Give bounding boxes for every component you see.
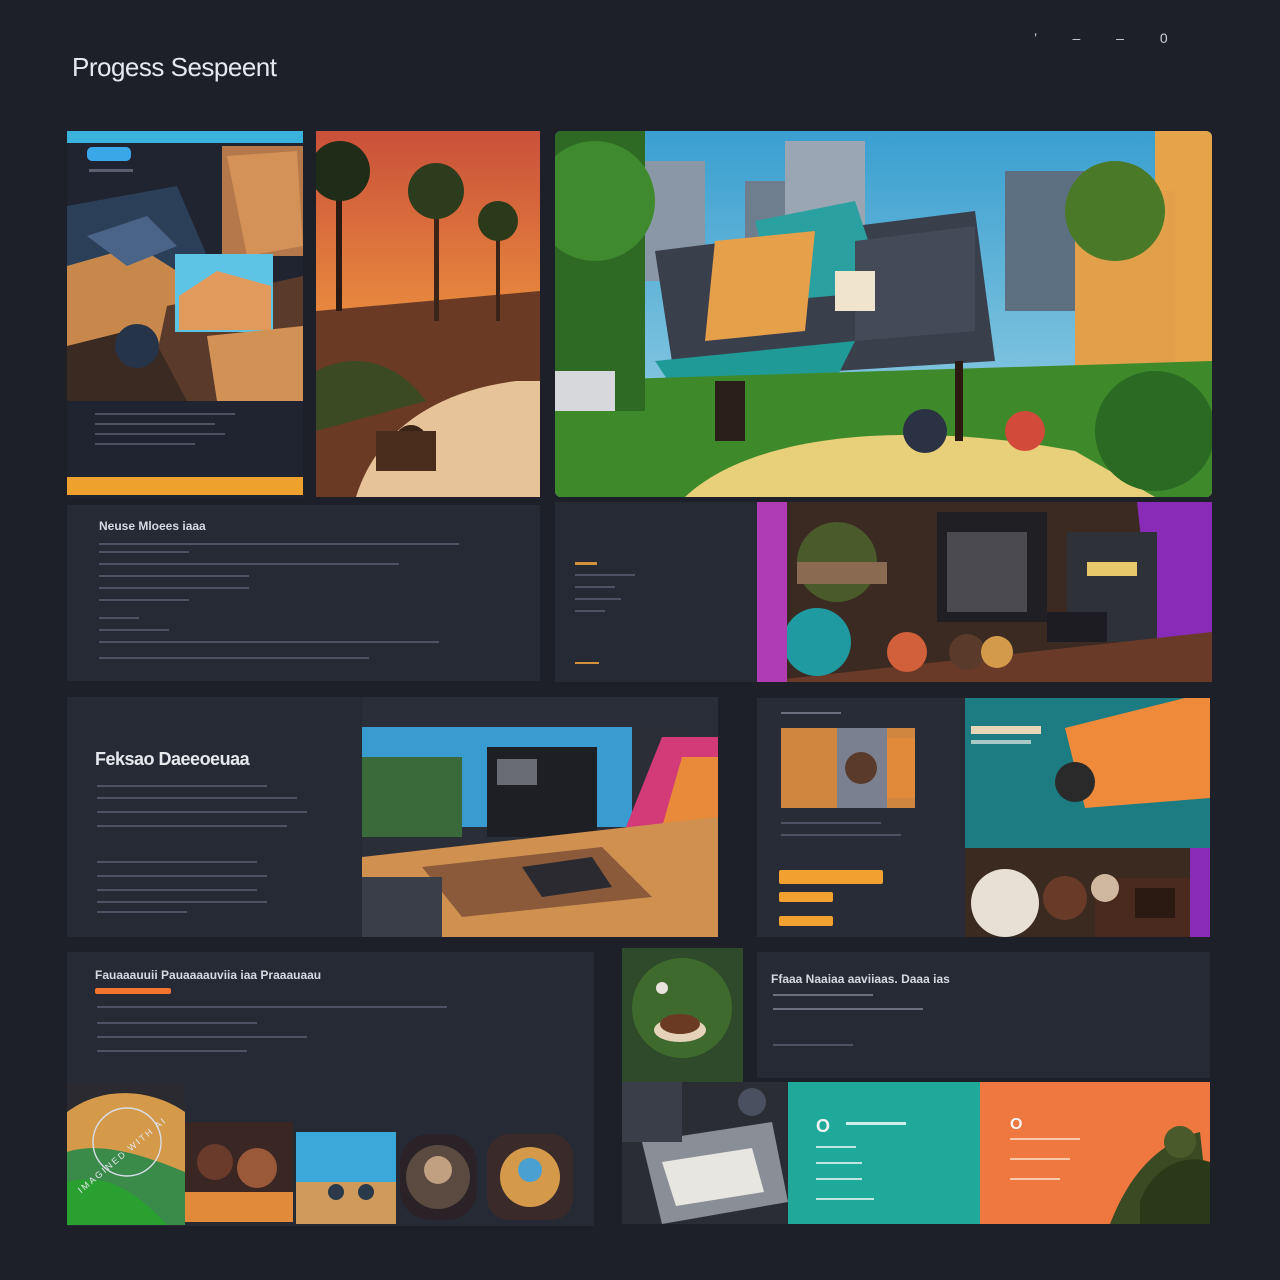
page-title: Progess Sespeent: [72, 52, 277, 82]
window-controls: ’ – – 0: [1034, 30, 1184, 46]
orange-card-label: O: [1010, 1116, 1023, 1133]
workspace-desk-image: [362, 697, 718, 937]
text-line: [816, 1178, 862, 1180]
text-line: [816, 1198, 874, 1200]
heading-underline: [95, 988, 171, 994]
panel-text-line: [575, 574, 635, 576]
bottom-left-heading: Fauaaauuii Pauaaaauviia iaa Praaauaau: [95, 968, 322, 982]
text-line: [99, 641, 439, 643]
text-block-panel: Neuse Mloees iaaa: [67, 505, 540, 681]
card-text-line: [95, 423, 215, 425]
text-line: [97, 861, 257, 863]
text-line: [97, 1050, 247, 1052]
text-line: [99, 629, 169, 631]
tropical-sunset-image: [316, 131, 540, 497]
text-line: [97, 901, 267, 903]
text-line: [97, 875, 267, 877]
text-block-heading: Neuse Mloees iaaa: [99, 519, 206, 533]
card-top-strip: [67, 131, 303, 143]
panel-text-line: [575, 586, 615, 588]
teal-hero-card[interactable]: [965, 698, 1210, 848]
card-footer-bar[interactable]: [67, 477, 303, 495]
panel-text-line: [575, 598, 621, 600]
top-left-app-card[interactable]: [67, 131, 303, 499]
text-line: [97, 1036, 307, 1038]
card-collage-image: [67, 146, 303, 401]
purple-edge: [1190, 848, 1210, 937]
thumbnail-tile[interactable]: [296, 1132, 396, 1224]
text-line: [97, 785, 267, 787]
orange-info-card[interactable]: O: [980, 1082, 1210, 1224]
text-line: [99, 551, 189, 553]
thumbnail-tile[interactable]: [400, 1134, 477, 1220]
text-line: [97, 825, 287, 827]
thumbnail-tile[interactable]: [185, 1122, 293, 1222]
text-line: [97, 1022, 257, 1024]
panel-text-line: [781, 712, 841, 714]
bottom-right-panel: Ffaaa Naaiaa aaviiaas. Daaa ias: [757, 952, 1210, 1078]
thumbnail-image: [781, 728, 915, 808]
text-line: [97, 911, 187, 913]
card-text-line: [95, 413, 235, 415]
plant-decoration: [1100, 1102, 1210, 1224]
teal-card-label: O: [816, 1116, 831, 1136]
text-line: [846, 1122, 906, 1125]
plant-image: [622, 948, 743, 1082]
device-image: [622, 1082, 788, 1224]
text-line: [99, 575, 249, 577]
panel-text-line: [575, 562, 597, 565]
thumbnail-tile[interactable]: [487, 1134, 573, 1220]
text-line: [1010, 1178, 1060, 1180]
text-line: [99, 563, 399, 565]
tertiary-action-bar[interactable]: [779, 916, 833, 926]
panel-text-line: [781, 834, 901, 836]
text-line: [1010, 1138, 1080, 1140]
hero-garden-house-image: [555, 131, 1212, 497]
secondary-action-bar[interactable]: [779, 892, 833, 902]
text-line: [97, 1006, 447, 1008]
teal-info-card[interactable]: O: [788, 1082, 980, 1224]
card-text-line: [95, 433, 225, 435]
text-line: [97, 797, 297, 799]
text-line: [99, 599, 189, 601]
text-line: [99, 657, 369, 659]
text-line: [816, 1162, 862, 1164]
people-image: [965, 848, 1190, 937]
text-line: [773, 1044, 853, 1046]
panel-text-line: [575, 610, 605, 612]
feature-heading: Feksao Daeeoeuaa: [95, 749, 250, 769]
text-line: [773, 1008, 923, 1010]
feature-text-panel: Feksao Daeeoeuaa: [67, 697, 363, 937]
panel-text-line: [781, 822, 881, 824]
card-text-line: [95, 443, 195, 445]
interior-scene-panel[interactable]: [555, 502, 1212, 682]
bottom-right-heading: Ffaaa Naaiaa aaviiaas. Daaa ias: [771, 972, 950, 986]
text-line: [99, 543, 459, 545]
text-line: [1010, 1158, 1070, 1160]
text-line: [97, 889, 257, 891]
primary-action-bar[interactable]: [779, 870, 883, 884]
text-line: [97, 811, 307, 813]
interior-scene-image: [757, 502, 1212, 682]
text-line: [99, 617, 139, 619]
app-mockup-panel[interactable]: [757, 698, 1210, 937]
panel-text-line: [575, 662, 599, 664]
text-line: [816, 1146, 856, 1148]
text-line: [773, 994, 873, 996]
text-line: [99, 587, 249, 589]
